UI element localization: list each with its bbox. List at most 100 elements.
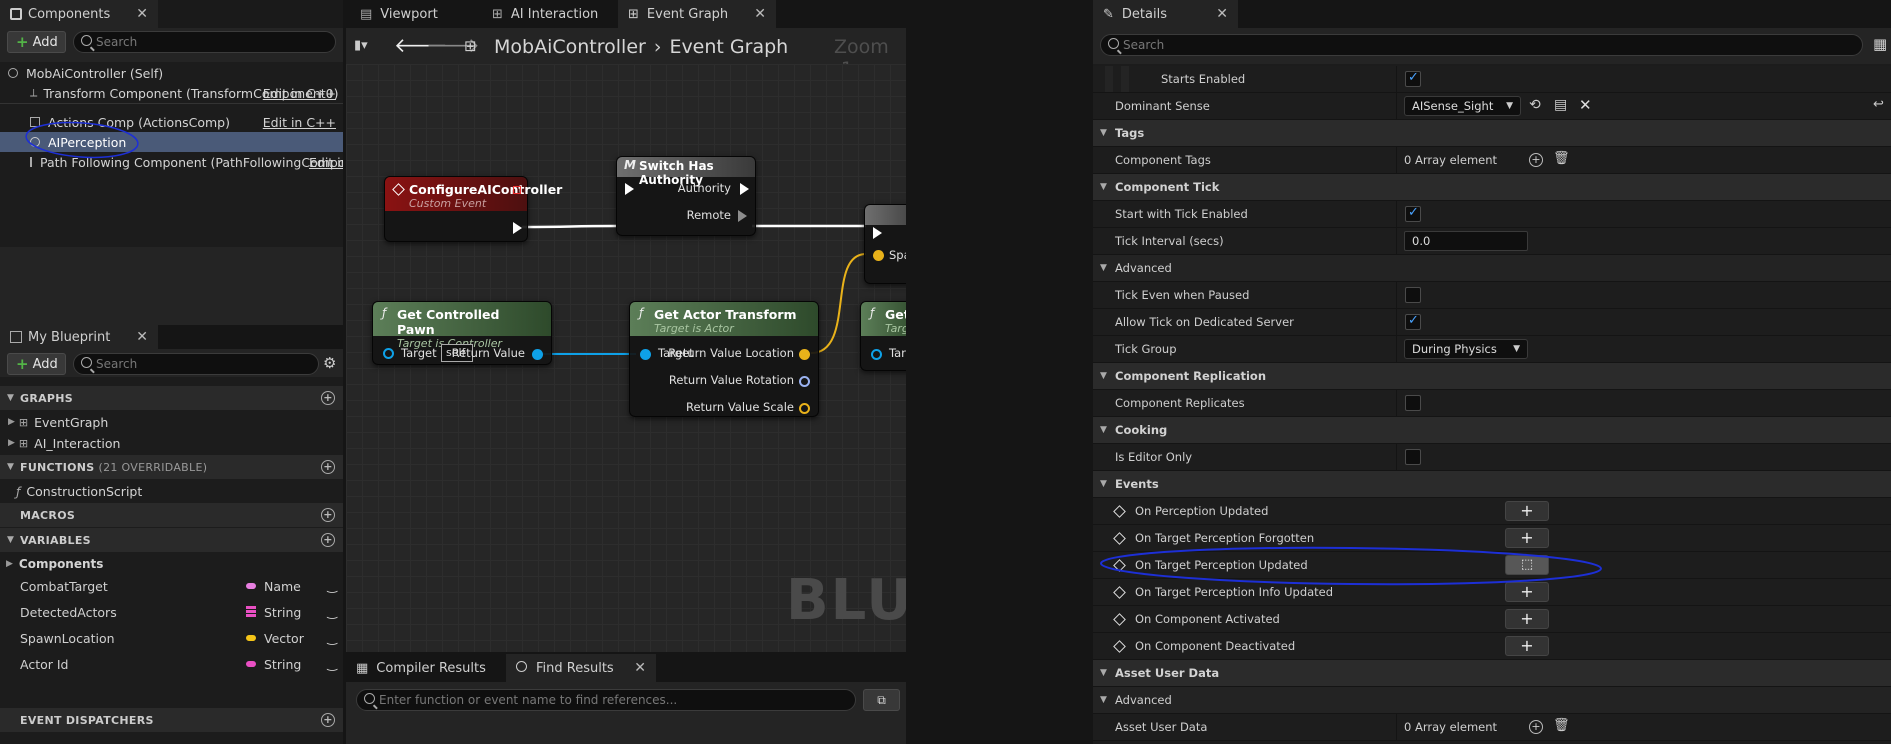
section-graphs[interactable]: ▼ GRAPHS + — [0, 386, 343, 410]
use-selected-icon[interactable]: ⟲ — [1529, 97, 1541, 113]
node-switch-has-authority[interactable]: M Switch Has Authority Authority Remote — [616, 156, 756, 236]
edit-in-cpp-link[interactable]: Edit in C++ — [263, 86, 336, 101]
close-icon[interactable]: ✕ — [136, 329, 148, 345]
tab-details[interactable]: ✎ Details ✕ — [1093, 0, 1238, 28]
component-item-transform[interactable]: ⟂ Transform Component (TransformComponen… — [0, 83, 343, 103]
edit-in-cpp-link[interactable]: Edit in C++ — [263, 115, 336, 130]
node-partial-right-1[interactable]: Spa — [864, 204, 906, 284]
add-event-button[interactable]: + — [1505, 636, 1549, 656]
add-graph-icon[interactable]: + — [321, 391, 335, 405]
graph-item-eventgraph[interactable]: ▶ ⊞ EventGraph — [0, 411, 343, 433]
add-function-icon[interactable]: + — [321, 460, 335, 474]
tab-compiler-results[interactable]: ▦ Compiler Results — [346, 654, 506, 682]
my-blueprint-search-input[interactable]: Search — [73, 353, 319, 375]
edit-in-cpp-link[interactable]: Edit in — [309, 155, 343, 170]
add-blueprint-member-button[interactable]: + Add — [7, 353, 66, 375]
category-component-replication[interactable]: ▼ Component Replication — [1093, 363, 1891, 390]
add-macro-icon[interactable]: + — [321, 508, 335, 522]
component-item-self[interactable]: MobAiController (Self) — [0, 63, 343, 83]
gear-icon[interactable]: ⚙ — [323, 354, 336, 372]
bookmark-icon[interactable]: ▮▾ — [354, 38, 368, 53]
checkbox-tick-when-paused[interactable] — [1405, 287, 1421, 303]
target-in-pin[interactable] — [640, 349, 651, 360]
add-component-button[interactable]: + Add — [7, 31, 66, 53]
property-matrix-icon[interactable]: ▦ — [1873, 35, 1887, 53]
trash-icon[interactable]: 🗑 — [1553, 151, 1570, 166]
subcategory-advanced-asset[interactable]: ▼ Advanced — [1093, 687, 1891, 714]
node-get-actor-transform[interactable]: ƒ Get Actor Transform Target is Actor Ta… — [629, 301, 819, 417]
components-search-input[interactable]: Search — [73, 31, 336, 53]
find-in-all-blueprints-button[interactable]: ⧉ — [863, 689, 900, 711]
category-tags[interactable]: ▼ Tags — [1093, 120, 1891, 147]
add-event-dispatcher-icon[interactable]: + — [321, 713, 335, 727]
variable-item-detected-actors[interactable]: DetectedActors String ‿ — [0, 599, 343, 625]
input-tick-interval[interactable]: 0.0 — [1404, 231, 1528, 251]
exec-in-pin[interactable] — [625, 183, 634, 195]
exec-out-pin[interactable] — [513, 222, 522, 234]
checkbox-start-with-tick[interactable] — [1405, 205, 1421, 222]
scale-out-pin[interactable] — [799, 403, 810, 414]
tab-find-results[interactable]: Find Results ✕ — [506, 654, 656, 682]
subcategory-advanced-tick[interactable]: ▼ Advanced — [1093, 255, 1891, 282]
dropdown-dominant-sense[interactable]: AISense_Sight ▼ — [1404, 96, 1521, 116]
tab-viewport[interactable]: ▤ Viewport — [350, 0, 480, 28]
category-cooking[interactable]: ▼ Cooking — [1093, 417, 1891, 444]
trash-icon[interactable]: 🗑 — [1553, 718, 1570, 733]
node-get-controlled-pawn[interactable]: ƒ Get Controlled Pawn Target is Controll… — [372, 301, 552, 365]
close-icon[interactable]: ✕ — [634, 660, 646, 676]
breadcrumb-leaf[interactable]: Event Graph — [669, 36, 788, 58]
variable-category-components[interactable]: ▶ Components — [0, 553, 343, 575]
node-configure-ai-controller[interactable]: ConfigureAIController Custom Event — [384, 176, 562, 242]
eye-closed-icon[interactable]: ‿ — [327, 631, 337, 645]
breadcrumb-root[interactable]: MobAiController — [494, 36, 646, 58]
tab-my-blueprint[interactable]: My Blueprint ✕ — [0, 325, 158, 349]
target-in-pin[interactable] — [871, 349, 882, 360]
add-element-icon[interactable]: + — [1529, 153, 1543, 167]
details-search-input[interactable]: Search — [1100, 34, 1863, 56]
node-partial-right-2[interactable]: ƒ Get Targ Targ — [860, 301, 906, 371]
exec-out-authority-pin[interactable] — [740, 183, 749, 195]
checkbox-starts-enabled[interactable] — [1405, 70, 1421, 87]
rotation-out-pin[interactable] — [799, 376, 810, 387]
target-in-pin[interactable] — [383, 348, 394, 359]
category-component-tick[interactable]: ▼ Component Tick — [1093, 174, 1891, 201]
section-variables[interactable]: ▼ VARIABLES + — [0, 528, 343, 552]
variable-item-spawn-location[interactable]: SpawnLocation Vector ‿ — [0, 625, 343, 651]
tab-event-graph[interactable]: ⊞ Event Graph ✕ — [618, 0, 776, 28]
location-out-pin[interactable] — [799, 349, 810, 360]
tab-ai-interaction[interactable]: ⊞ AI Interaction — [482, 0, 612, 28]
eye-closed-icon[interactable]: ‿ — [327, 579, 337, 593]
eye-closed-icon[interactable]: ‿ — [327, 657, 337, 671]
category-asset-user-data[interactable]: ▼ Asset User Data — [1093, 660, 1891, 687]
variable-item-actor-id[interactable]: Actor Id String ‿ — [0, 651, 343, 677]
close-icon[interactable]: ✕ — [1216, 6, 1228, 22]
checkbox-tick-dedicated-server[interactable] — [1405, 313, 1421, 330]
tab-components[interactable]: Components ✕ — [0, 0, 158, 28]
section-event-dispatchers[interactable]: EVENT DISPATCHERS + — [0, 708, 343, 732]
close-icon[interactable]: ✕ — [136, 6, 148, 22]
function-item-construction-script[interactable]: ƒ ConstructionScript — [0, 480, 343, 502]
checkbox-is-editor-only[interactable] — [1405, 449, 1421, 465]
checkbox-component-replicates[interactable] — [1405, 395, 1421, 411]
add-element-icon[interactable]: + — [1529, 720, 1543, 734]
browse-icon[interactable]: ▤ — [1554, 97, 1567, 113]
find-references-input[interactable]: Enter function or event name to find ref… — [356, 689, 856, 711]
add-event-button[interactable]: + — [1505, 609, 1549, 629]
section-macros[interactable]: MACROS + — [0, 503, 343, 527]
eye-closed-icon[interactable]: ‿ — [327, 605, 337, 619]
data-in-pin[interactable] — [873, 250, 884, 261]
add-variable-icon[interactable]: + — [321, 533, 335, 547]
clear-icon[interactable]: ✕ — [1579, 96, 1592, 114]
section-functions[interactable]: ▼ FUNCTIONS (21 OVERRIDABLE) + — [0, 455, 343, 479]
graph-canvas[interactable]: ConfigureAIController Custom Event M Swi… — [346, 64, 906, 652]
return-out-pin[interactable] — [532, 349, 543, 360]
dropdown-tick-group[interactable]: During Physics ▼ — [1404, 339, 1528, 359]
close-icon[interactable]: ✕ — [754, 6, 766, 22]
variable-item-combat-target[interactable]: CombatTarget Name ‿ — [0, 573, 343, 599]
reset-to-default-icon[interactable]: ↩ — [1873, 97, 1884, 112]
graph-item-ai-interaction[interactable]: ▶ ⊞ AI_Interaction — [0, 432, 343, 454]
exec-out-remote-pin[interactable] — [738, 210, 747, 222]
exec-in-pin[interactable] — [873, 227, 882, 239]
delegate-pin-icon[interactable] — [513, 186, 521, 194]
add-event-button[interactable]: + — [1505, 501, 1549, 521]
